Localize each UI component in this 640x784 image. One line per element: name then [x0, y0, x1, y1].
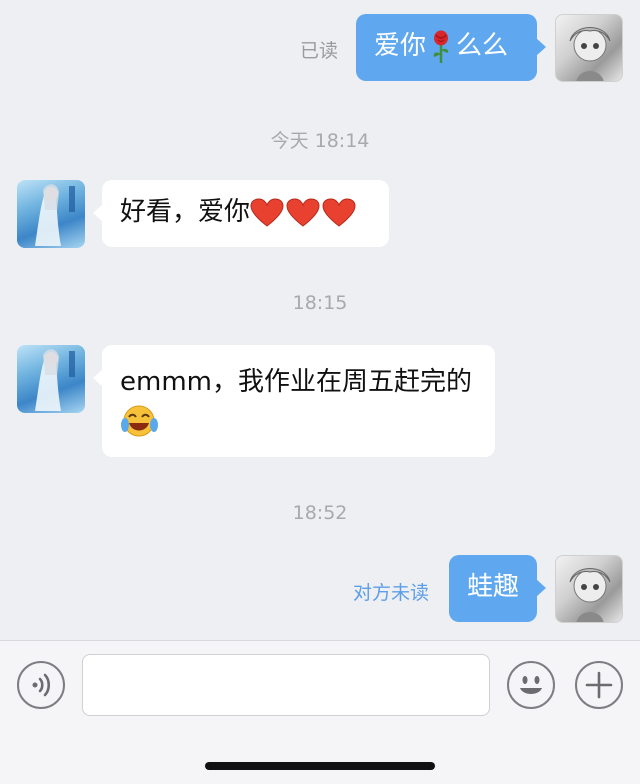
heart-emoji: [250, 197, 284, 228]
incoming-message-bubble[interactable]: emmm，我作业在周五赶完的: [93, 345, 495, 457]
my-avatar[interactable]: [555, 555, 623, 623]
read-status: 已读: [300, 40, 339, 62]
my-avatar[interactable]: [555, 14, 623, 82]
message-text: 蛙趣: [467, 572, 520, 602]
laugh-cry-emoji: [120, 403, 160, 439]
contact-avatar[interactable]: [17, 345, 85, 413]
contact-avatar[interactable]: [17, 180, 85, 248]
timestamp: 18:15: [292, 292, 348, 314]
outgoing-message-bubble[interactable]: 爱你 么么: [356, 14, 546, 81]
voice-button[interactable]: [17, 661, 65, 709]
timestamp: 18:52: [292, 502, 348, 524]
chat-area[interactable]: 已读 爱你 么么 今天 18:14 好看，爱你 18:15 emmm，我作业在周…: [0, 0, 640, 640]
rose-emoji: [429, 30, 453, 64]
emoji-button[interactable]: [507, 661, 555, 709]
message-input[interactable]: [82, 654, 490, 716]
message-text: emmm，我作业在周五赶完的: [120, 367, 472, 397]
heart-emoji: [286, 197, 320, 228]
incoming-message-bubble[interactable]: 好看，爱你: [93, 180, 389, 247]
message-text: 爱你: [374, 31, 427, 61]
smiley-icon: [520, 676, 542, 694]
plus-button[interactable]: [575, 661, 623, 709]
heart-emoji: [322, 197, 356, 228]
message-text: 么么: [456, 31, 509, 61]
home-indicator[interactable]: [205, 762, 435, 770]
voice-icon: [32, 673, 51, 697]
message-text: 好看，爱你: [120, 197, 251, 227]
outgoing-message-bubble[interactable]: 蛙趣: [449, 555, 546, 622]
unread-status: 对方未读: [353, 582, 430, 604]
plus-icon: [585, 671, 613, 699]
timestamp: 今天 18:14: [270, 130, 370, 152]
